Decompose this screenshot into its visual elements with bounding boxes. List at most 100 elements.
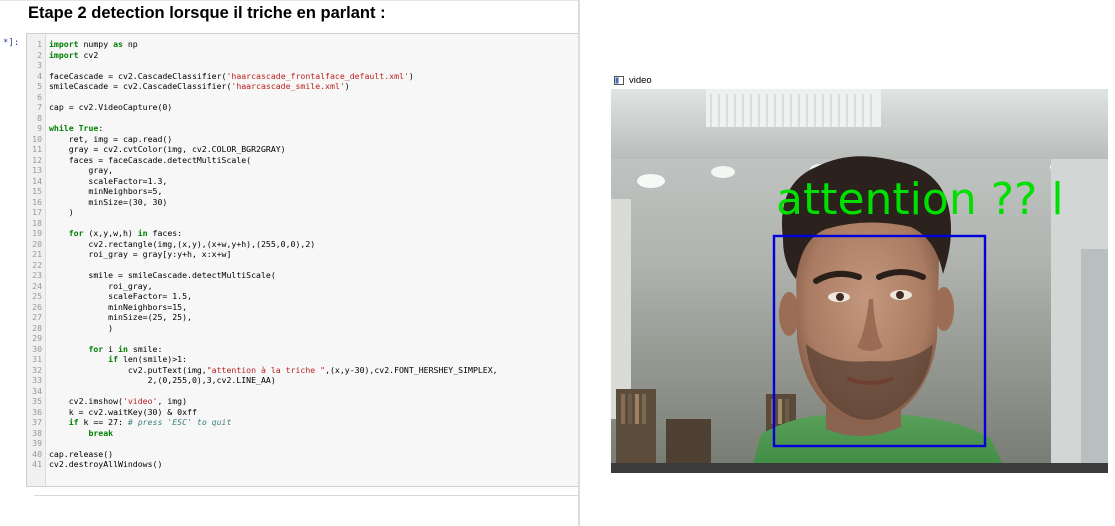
- code-line[interactable]: 27 minSize=(25, 25),: [27, 312, 578, 323]
- cell-input-prompt: *]:: [3, 38, 20, 48]
- code-line[interactable]: 34: [27, 386, 578, 397]
- code-line[interactable]: 24 roi_gray,: [27, 281, 578, 292]
- code-line[interactable]: 37 if k == 27: # press 'ESC' to quit: [27, 417, 578, 428]
- code-line[interactable]: 5 smileCascade = cv2.CascadeClassifier('h…: [27, 81, 578, 92]
- code-text: cv2.imshow('video', img): [49, 396, 188, 406]
- code-text: minSize=(30, 30): [49, 196, 168, 207]
- code-line[interactable]: 20 cv2.rectangle(img,(x,y),(x+w,y+h),(25…: [27, 239, 578, 250]
- line-number: 27: [32, 312, 42, 322]
- code-text: cap.release(): [49, 448, 114, 459]
- line-number: 23: [32, 270, 42, 280]
- code-line[interactable]: 39: [27, 438, 578, 449]
- line-number: 38: [32, 427, 42, 438]
- code-line[interactable]: 35 cv2.imshow('video', img): [27, 396, 578, 407]
- code-text: faces = faceCascade.detectMultiScale(: [49, 154, 252, 165]
- line-number: 24: [32, 280, 42, 291]
- line-number: 21: [32, 249, 42, 259]
- code-cell[interactable]: 1 import numpy as np 2 import cv2 3 4 faceCasc…: [26, 33, 578, 487]
- line-number: 32: [32, 364, 42, 375]
- code-text: break: [88, 427, 114, 438]
- code-line[interactable]: 31 if len(smile)>1:: [27, 354, 578, 365]
- code-line[interactable]: 14 scaleFactor=1.3,: [27, 176, 578, 187]
- code-line[interactable]: 33 2,(0,255,0),3,cv2.LINE_AA): [27, 375, 578, 386]
- line-number: 19: [32, 228, 42, 238]
- code-text: while True:: [49, 123, 104, 133]
- line-number: 14: [32, 175, 42, 186]
- line-number: 20: [32, 238, 42, 249]
- line-number: 9: [37, 123, 42, 133]
- line-number: 10: [32, 133, 42, 144]
- code-line[interactable]: 6: [27, 92, 578, 103]
- code-text: scaleFactor= 1.5,: [49, 291, 192, 301]
- code-line[interactable]: 13 gray,: [27, 165, 578, 176]
- code-line[interactable]: 9 while True:: [27, 123, 578, 134]
- code-line[interactable]: 32 cv2.putText(img,"attention à la trich…: [27, 365, 578, 376]
- attention-overlay-text: attention ?? l: [776, 174, 1064, 225]
- code-text: roi_gray = gray[y:y+h, x:x+w]: [49, 249, 232, 259]
- code-line[interactable]: 11 gray = cv2.cvtColor(img, cv2.COLOR_BG…: [27, 144, 578, 155]
- code-line[interactable]: 2 import cv2: [27, 50, 578, 61]
- code-line[interactable]: 41 cv2.destroyAllWindows(): [27, 459, 578, 470]
- code-line[interactable]: 1 import numpy as np: [27, 39, 578, 50]
- code-line[interactable]: 3: [27, 60, 578, 71]
- code-text: ): [49, 322, 114, 333]
- code-line[interactable]: 26 minNeighbors=15,: [27, 302, 578, 313]
- code-text: 2,(0,255,0),3,cv2.LINE_AA): [49, 375, 276, 385]
- code-text: for i in smile:: [88, 343, 163, 354]
- line-number: 3: [37, 60, 42, 70]
- video-window[interactable]: video attention ?? l: [611, 73, 1108, 473]
- line-number: 17: [32, 207, 42, 217]
- code-text: import cv2: [49, 49, 99, 60]
- line-number: 41: [32, 459, 42, 469]
- line-number: 5: [37, 81, 42, 91]
- line-number: 25: [32, 291, 42, 301]
- code-line[interactable]: 7 cap = cv2.VideoCapture(0): [27, 102, 578, 113]
- code-line[interactable]: 17 ): [27, 207, 578, 218]
- code-text: if k == 27: # press 'ESC' to quit: [68, 417, 232, 427]
- code-line[interactable]: 22: [27, 260, 578, 271]
- code-line[interactable]: 23 smile = smileCascade.detectMultiScale…: [27, 270, 578, 281]
- code-line[interactable]: 25 scaleFactor= 1.5,: [27, 291, 578, 302]
- code-line[interactable]: 8: [27, 113, 578, 124]
- code-text: gray = cv2.cvtColor(img, cv2.COLOR_BGR2G…: [49, 144, 286, 154]
- code-line[interactable]: 40 cap.release(): [27, 449, 578, 460]
- code-line[interactable]: 38 break: [27, 428, 578, 439]
- code-text: ret, img = cap.read(): [49, 133, 173, 144]
- code-line[interactable]: 12 faces = faceCascade.detectMultiScale(: [27, 155, 578, 166]
- code-line[interactable]: 21 roi_gray = gray[y:y+h, x:x+w]: [27, 249, 578, 260]
- code-line[interactable]: 4 faceCascade = cv2.CascadeClassifier('ha…: [27, 71, 578, 82]
- code-line[interactable]: 30 for i in smile:: [27, 344, 578, 355]
- code-text: minSize=(25, 25),: [49, 312, 192, 322]
- code-text: smile = smileCascade.detectMultiScale(: [49, 270, 276, 280]
- code-line[interactable]: 15 minNeighbors=5,: [27, 186, 578, 197]
- notebook-panel: Etape 2 detection lorsque il triche en p…: [0, 0, 578, 526]
- line-number: 33: [32, 375, 42, 385]
- code-line[interactable]: 16 minSize=(30, 30): [27, 197, 578, 208]
- code-text: cap = cv2.VideoCapture(0): [49, 102, 173, 112]
- code-line[interactable]: 29: [27, 333, 578, 344]
- line-number: 18: [32, 217, 42, 228]
- code-text: roi_gray,: [49, 280, 153, 291]
- code-text: if len(smile)>1:: [108, 354, 188, 364]
- code-text: faceCascade = cv2.CascadeClassifier('haa…: [49, 70, 414, 81]
- window-title: video: [629, 75, 652, 86]
- line-number: 29: [32, 333, 42, 343]
- code-line[interactable]: 19 for (x,y,w,h) in faces:: [27, 228, 578, 239]
- line-number: 11: [32, 144, 42, 154]
- code-line[interactable]: 36 k = cv2.waitKey(30) & 0xff: [27, 407, 578, 418]
- code-line[interactable]: 10 ret, img = cap.read(): [27, 134, 578, 145]
- line-number: 31: [32, 354, 42, 364]
- line-number: 1: [37, 39, 42, 49]
- code-line[interactable]: 28 ): [27, 323, 578, 334]
- line-number: 4: [37, 70, 42, 81]
- line-number: 2: [37, 49, 42, 60]
- code-editor[interactable]: 1 import numpy as np 2 import cv2 3 4 faceCasc…: [27, 39, 578, 470]
- line-number: 39: [32, 438, 42, 448]
- window-app-icon: [614, 76, 624, 85]
- code-text: cv2.destroyAllWindows(): [49, 459, 163, 469]
- code-text: gray,: [49, 165, 114, 175]
- code-line[interactable]: 18: [27, 218, 578, 229]
- line-number: 7: [37, 102, 42, 112]
- window-titlebar[interactable]: video: [611, 73, 1108, 89]
- cell-separator: [34, 495, 578, 496]
